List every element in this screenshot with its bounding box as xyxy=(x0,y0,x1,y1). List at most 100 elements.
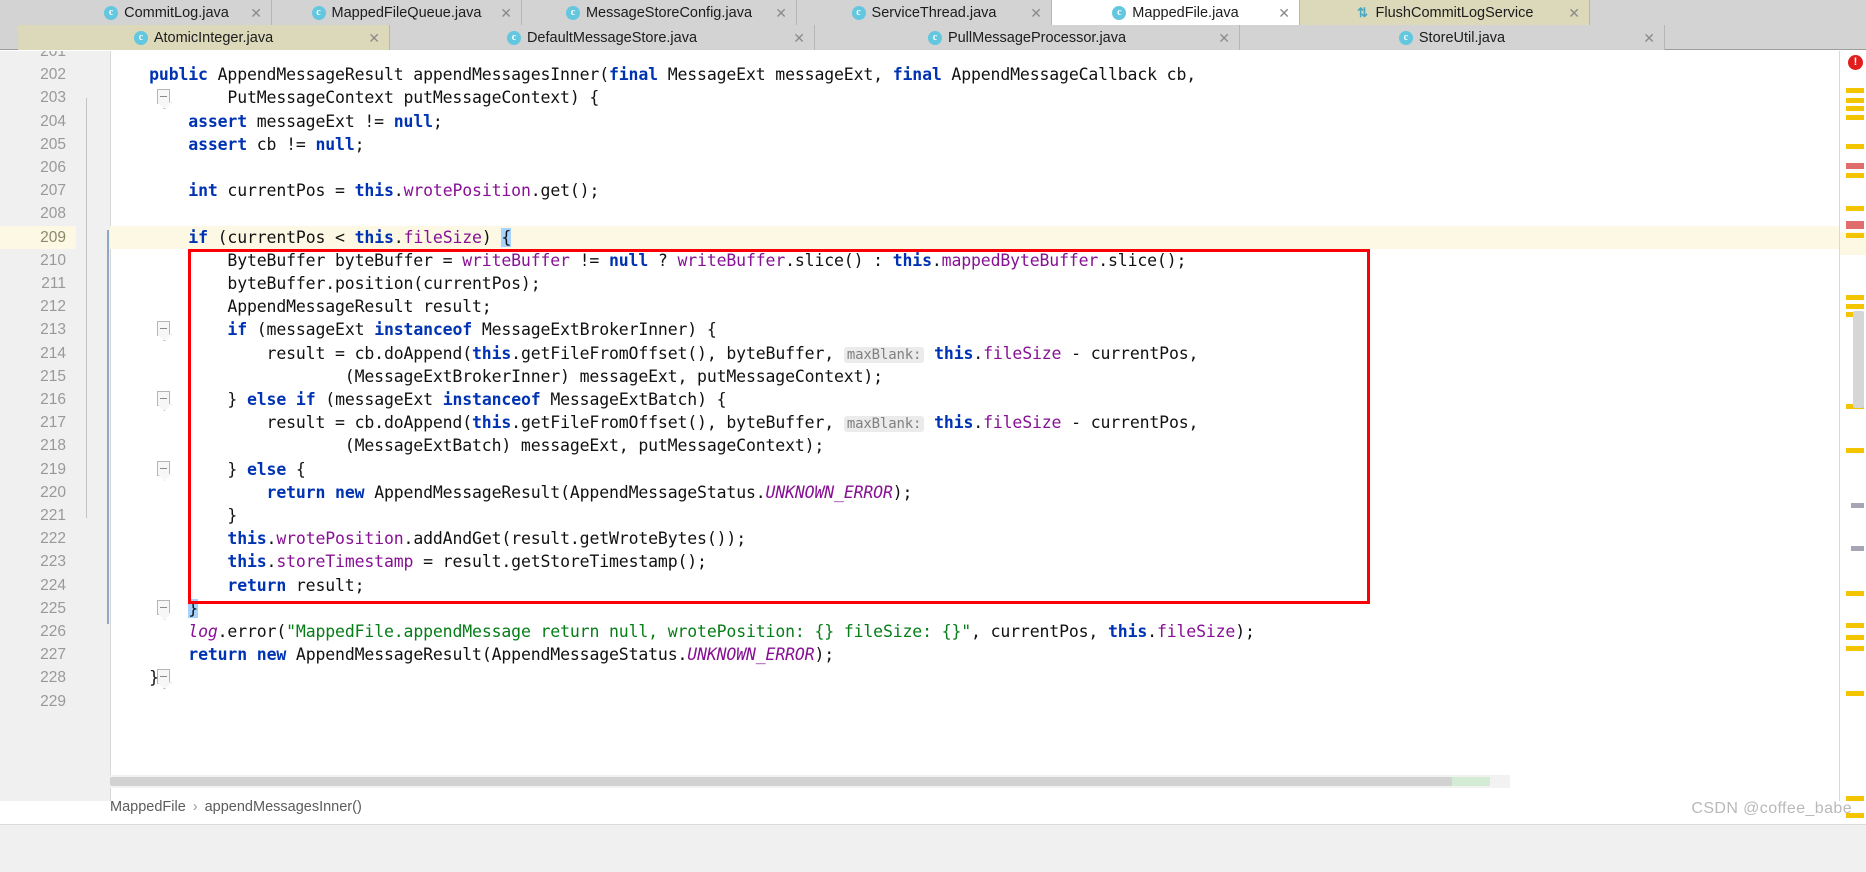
code-line[interactable]: PutMessageContext putMessageContext) { xyxy=(110,86,599,109)
code-line[interactable] xyxy=(110,202,120,225)
editor-tab-label: AtomicInteger.java xyxy=(153,29,274,46)
code-line[interactable]: return new AppendMessageResult(AppendMes… xyxy=(110,481,913,504)
editor-tab-label: ServiceThread.java xyxy=(871,4,997,21)
gutter-marker-warning[interactable] xyxy=(1846,98,1864,103)
fold-connector xyxy=(86,332,87,518)
code-line[interactable]: assert cb != null; xyxy=(110,133,364,156)
gutter-marker-warning[interactable] xyxy=(1846,173,1864,178)
close-icon[interactable]: ✕ xyxy=(500,6,512,20)
code-line[interactable]: this.storeTimestamp = result.getStoreTim… xyxy=(110,550,707,573)
code-line[interactable]: } else if (messageExt instanceof Message… xyxy=(110,388,726,411)
horizontal-scrollbar[interactable] xyxy=(110,775,1510,788)
error-marker-gutter[interactable]: ! xyxy=(1839,51,1866,818)
code-line[interactable]: public AppendMessageResult appendMessage… xyxy=(110,63,1196,86)
editor-tab[interactable]: c AtomicInteger.java ✕ xyxy=(18,25,390,50)
code-line[interactable]: } xyxy=(110,504,237,527)
code-line[interactable]: int currentPos = this.wrotePosition.get(… xyxy=(110,179,599,202)
editor-tab-label: StoreUtil.java xyxy=(1418,29,1506,46)
java-class-icon: c xyxy=(1112,5,1127,20)
code-line[interactable]: (MessageExtBrokerInner) messageExt, putM… xyxy=(110,365,883,388)
gutter-marker-warning[interactable] xyxy=(1846,691,1864,696)
line-number: 221 xyxy=(40,507,66,524)
editor-tab[interactable]: c MappedFile.java ✕ xyxy=(1052,0,1300,25)
gutter-marker-warning[interactable] xyxy=(1846,206,1864,211)
close-icon[interactable]: ✕ xyxy=(775,6,787,20)
breadcrumb-item[interactable]: MappedFile xyxy=(110,799,186,815)
watermark: CSDN @coffee_babe xyxy=(1691,800,1852,817)
breadcrumb[interactable]: MappedFile › appendMessagesInner() xyxy=(110,795,362,819)
code-line[interactable]: AppendMessageResult result; xyxy=(110,295,491,318)
code-line[interactable] xyxy=(110,690,120,713)
java-class-icon: c xyxy=(851,5,866,20)
editor-tab[interactable]: c MappedFileQueue.java ✕ xyxy=(272,0,522,25)
line-number: 223 xyxy=(40,553,66,571)
breadcrumb-separator: › xyxy=(192,799,198,815)
code-line[interactable] xyxy=(110,51,120,63)
editor-tab[interactable]: c DefaultMessageStore.java ✕ xyxy=(390,25,815,50)
gutter-marker-warning[interactable] xyxy=(1846,233,1864,238)
code-line[interactable]: log.error("MappedFile.appendMessage retu… xyxy=(110,620,1255,643)
horizontal-scrollbar-thumb[interactable] xyxy=(110,777,1452,786)
error-badge[interactable]: ! xyxy=(1848,55,1863,70)
line-number-gutter[interactable]: 201 202 203 204 205 206 207 208 209 210 211 212 213 2… xyxy=(0,51,76,801)
line-number: 206 xyxy=(40,159,66,176)
code-line[interactable]: } xyxy=(110,597,198,620)
editor-tab-label: MessageStoreConfig.java xyxy=(585,4,753,21)
gutter-marker-gray[interactable] xyxy=(1851,503,1864,508)
code-line[interactable]: } else { xyxy=(110,458,305,481)
gutter-marker-error[interactable] xyxy=(1846,163,1864,169)
close-icon[interactable]: ✕ xyxy=(1030,6,1042,20)
code-line[interactable]: ByteBuffer byteBuffer = writeBuffer != n… xyxy=(110,249,1186,272)
editor-tab[interactable]: c StoreUtil.java ✕ xyxy=(1240,25,1665,50)
close-icon[interactable]: ✕ xyxy=(793,31,805,45)
gutter-marker-warning[interactable] xyxy=(1846,646,1864,651)
code-line[interactable]: assert messageExt != null; xyxy=(110,110,443,133)
code-line[interactable]: if (currentPos < this.fileSize) { xyxy=(110,226,511,249)
gutter-marker-warning[interactable] xyxy=(1846,623,1864,628)
code-text-area[interactable]: public AppendMessageResult appendMessage… xyxy=(110,51,1866,801)
code-line[interactable]: result = cb.doAppend(this.getFileFromOff… xyxy=(110,411,1198,434)
vertical-scrollbar-thumb[interactable] xyxy=(1853,311,1864,408)
gutter-marker-warning[interactable] xyxy=(1846,635,1864,640)
gutter-marker-warning[interactable] xyxy=(1846,591,1864,596)
code-line[interactable]: } xyxy=(110,666,159,689)
editor-tab[interactable]: c ServiceThread.java ✕ xyxy=(797,0,1052,25)
gutter-marker-warning[interactable] xyxy=(1846,115,1864,120)
code-line[interactable]: return result; xyxy=(110,574,364,597)
gutter-marker-warning[interactable] xyxy=(1846,304,1864,309)
gutter-marker-warning[interactable] xyxy=(1846,144,1864,149)
breadcrumb-item[interactable]: appendMessagesInner() xyxy=(205,799,362,815)
editor-tab[interactable]: c MessageStoreConfig.java ✕ xyxy=(522,0,797,25)
code-line[interactable]: if (messageExt instanceof MessageExtBrok… xyxy=(110,318,716,341)
editor-tab[interactable]: c CommitLog.java ✕ xyxy=(62,0,272,25)
gutter-marker-warning[interactable] xyxy=(1846,448,1864,453)
code-line[interactable]: result = cb.doAppend(this.getFileFromOff… xyxy=(110,342,1198,365)
java-class-icon: c xyxy=(133,30,148,45)
close-icon[interactable]: ✕ xyxy=(1643,31,1655,45)
code-line[interactable]: this.wrotePosition.addAndGet(result.getW… xyxy=(110,527,746,550)
gutter-marker-warning[interactable] xyxy=(1846,295,1864,300)
code-line[interactable]: (MessageExtBatch) messageExt, putMessage… xyxy=(110,434,825,457)
java-class-icon: c xyxy=(506,30,521,45)
code-folding-gutter[interactable] xyxy=(76,51,172,801)
editor-tab[interactable]: c PullMessageProcessor.java ✕ xyxy=(815,25,1240,50)
line-number: 216 xyxy=(40,391,66,408)
code-editor[interactable]: 201 202 203 204 205 206 207 208 209 210 211 212 213 2… xyxy=(0,51,1866,801)
close-icon[interactable]: ✕ xyxy=(1278,6,1290,20)
close-icon[interactable]: ✕ xyxy=(368,31,380,45)
gutter-marker-gray[interactable] xyxy=(1851,546,1864,551)
line-number: 229 xyxy=(40,692,66,710)
editor-tab[interactable]: ⇅ FlushCommitLogService ✕ xyxy=(1300,0,1590,25)
close-icon[interactable]: ✕ xyxy=(1568,6,1580,20)
close-icon[interactable]: ✕ xyxy=(250,6,262,20)
gutter-marker-warning[interactable] xyxy=(1846,106,1864,111)
code-line[interactable]: return new AppendMessageResult(AppendMes… xyxy=(110,643,834,666)
gutter-marker-warning[interactable] xyxy=(1846,88,1864,93)
line-number: 210 xyxy=(40,251,66,269)
line-number: 222 xyxy=(40,530,66,548)
gutter-marker-error[interactable] xyxy=(1846,221,1864,229)
line-number: 205 xyxy=(40,135,66,153)
close-icon[interactable]: ✕ xyxy=(1218,31,1230,45)
code-line[interactable] xyxy=(110,156,120,179)
code-line[interactable]: byteBuffer.position(currentPos); xyxy=(110,272,540,295)
